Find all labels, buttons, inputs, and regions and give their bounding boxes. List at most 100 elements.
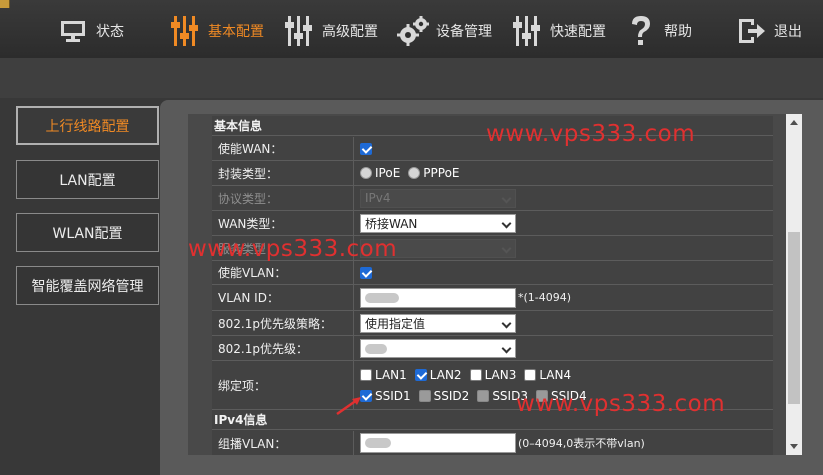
sliders-icon	[510, 14, 544, 48]
lan1-checkbox[interactable]	[360, 368, 372, 381]
8021p-policy-value: 使用指定值	[365, 316, 426, 331]
protocol-type-label: 协议类型：	[212, 186, 354, 210]
row-enable-vlan: 使能VLAN：	[212, 261, 773, 285]
top-navigation-bar: 状态 基本配置 高级配置 设备管理 快速配置 帮助 退出	[0, 0, 823, 58]
sidebar-item-lan-config[interactable]: LAN配置	[16, 160, 159, 199]
binding-lan4[interactable]: LAN4	[524, 368, 571, 382]
nav-advanced-config[interactable]: 高级配置	[282, 12, 378, 50]
row-encap-type: 封装类型： IPoE PPPoE	[212, 161, 773, 186]
binding-ssid1[interactable]: SSID1	[360, 389, 411, 403]
red-arrow-icon	[336, 397, 361, 416]
sidebar-item-label: 智能覆盖网络管理	[31, 278, 144, 295]
nav-help-label: 帮助	[664, 24, 692, 40]
lan3-checkbox[interactable]	[469, 368, 482, 381]
lan1-label: LAN1	[375, 367, 407, 382]
nav-quick-config-label: 快速配置	[550, 24, 606, 40]
nav-logout-label: 退出	[774, 24, 802, 40]
vlan-id-hint: *(1-4094)	[518, 291, 572, 304]
enable-vlan-checkbox[interactable]	[360, 266, 372, 279]
question-icon	[624, 14, 658, 48]
nav-device-management-label: 设备管理	[436, 24, 492, 40]
chevron-down-icon	[501, 318, 512, 328]
nav-device-management[interactable]: 设备管理	[396, 12, 492, 50]
binding-lan2[interactable]: LAN2	[414, 367, 462, 382]
nav-help[interactable]: 帮助	[624, 12, 692, 50]
protocol-type-value: IPv4	[365, 191, 391, 205]
8021p-select[interactable]	[360, 338, 516, 358]
nav-basic-config-label: 基本配置	[208, 24, 264, 40]
encap-pppoe-option[interactable]: PPPoE	[408, 166, 460, 180]
sliders-icon	[282, 14, 316, 48]
nav-advanced-config-label: 高级配置	[322, 24, 378, 40]
gears-icon	[396, 14, 430, 48]
nav-status[interactable]: 状态	[56, 12, 124, 50]
scroll-down-icon[interactable]	[790, 444, 798, 449]
ssid2-label: SSID2	[433, 388, 470, 403]
multicast-vlan-label: 组播VLAN：	[212, 431, 354, 455]
chevron-down-icon	[501, 343, 512, 353]
binding-lan-group: LAN1 LAN2 LAN3 LAN4	[360, 368, 579, 382]
sidebar-item-mesh-management[interactable]: 智能覆盖网络管理	[16, 266, 159, 305]
row-protocol-type: 协议类型： IPv4	[212, 186, 773, 211]
protocol-type-select: IPv4	[360, 188, 516, 208]
binding-lan1[interactable]: LAN1	[360, 368, 407, 382]
vlan-id-input[interactable]	[360, 287, 516, 308]
watermark: www.vps333.com	[486, 121, 696, 147]
watermark: www.vps333.com	[188, 236, 398, 262]
encap-ipoe-label: IPoE	[375, 166, 401, 180]
binding-ssid2[interactable]: SSID2	[418, 388, 470, 403]
chevron-down-icon	[501, 218, 512, 228]
nav-logout[interactable]: 退出	[734, 12, 802, 50]
monitor-icon	[56, 14, 90, 48]
8021p-policy-select[interactable]: 使用指定值	[360, 313, 516, 333]
wan-type-select[interactable]: 桥接WAN	[360, 213, 516, 233]
ssid2-checkbox[interactable]	[418, 389, 431, 402]
8021p-policy-label: 802.1p优先级策略：	[212, 311, 354, 335]
row-8021p: 802.1p优先级：	[212, 336, 773, 361]
wan-type-label: WAN类型：	[212, 211, 354, 235]
header-band	[0, 58, 823, 98]
sidebar-item-label: LAN配置	[59, 172, 116, 189]
lan3-label: LAN3	[484, 367, 517, 382]
app-corner-icon	[0, 0, 10, 8]
multicast-vlan-hint: (0–4094,0表示不带vlan)	[518, 437, 645, 450]
lan2-checkbox[interactable]	[414, 368, 427, 381]
enable-wan-checkbox[interactable]	[360, 142, 372, 155]
8021p-label: 802.1p优先级：	[212, 336, 354, 360]
wan-type-value: 桥接WAN	[365, 216, 418, 231]
binding-lan3[interactable]: LAN3	[469, 367, 517, 382]
encap-pppoe-label: PPPoE	[423, 166, 460, 180]
multicast-vlan-input[interactable]	[360, 433, 516, 453]
lan4-checkbox[interactable]	[524, 368, 537, 381]
sidebar-item-label: 上行线路配置	[45, 118, 130, 135]
ssid1-label: SSID1	[375, 388, 411, 403]
binding-label: 绑定项：	[212, 361, 354, 409]
redacted-value	[365, 438, 391, 448]
logout-icon	[734, 14, 768, 48]
encap-ipoe-option[interactable]: IPoE	[360, 166, 400, 180]
row-wan-type: WAN类型： 桥接WAN	[212, 211, 773, 236]
vlan-id-label: VLAN ID：	[212, 285, 354, 310]
ssid3-checkbox[interactable]	[477, 389, 490, 402]
chevron-down-icon	[501, 193, 512, 203]
vertical-scrollbar[interactable]	[786, 114, 802, 455]
row-multicast-vlan: 组播VLAN： (0–4094,0表示不带vlan)	[212, 431, 773, 455]
sidebar-item-wlan-config[interactable]: WLAN配置	[16, 213, 159, 252]
enable-vlan-label: 使能VLAN：	[212, 261, 354, 284]
encap-type-label: 封装类型：	[212, 161, 354, 185]
sliders-icon	[168, 14, 202, 48]
nav-basic-config[interactable]: 基本配置	[168, 12, 264, 50]
enable-wan-label: 使能WAN：	[212, 137, 354, 160]
lan2-label: LAN2	[429, 367, 462, 382]
nav-quick-config[interactable]: 快速配置	[510, 12, 606, 50]
scroll-thumb[interactable]	[788, 232, 800, 404]
chevron-down-icon	[501, 243, 512, 253]
lan4-label: LAN4	[539, 367, 572, 382]
scroll-up-icon[interactable]	[790, 120, 798, 125]
encap-pppoe-radio[interactable]	[408, 167, 421, 179]
watermark: www.vps333.com	[516, 391, 726, 417]
encap-ipoe-radio[interactable]	[360, 167, 372, 179]
redacted-value	[365, 343, 387, 354]
redacted-value	[365, 292, 399, 303]
sidebar-item-uplink-config[interactable]: 上行线路配置	[16, 106, 159, 145]
